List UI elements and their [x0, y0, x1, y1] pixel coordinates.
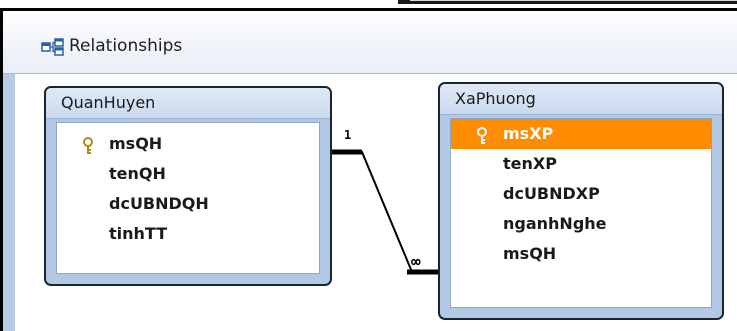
field-row-selected[interactable]: msXP: [451, 119, 711, 149]
field-name: nganhNghe: [503, 214, 607, 233]
relationship-one-label: 1: [344, 128, 352, 142]
field-row[interactable]: msQH: [451, 239, 711, 269]
relationship-many-label: ∞: [411, 252, 421, 271]
field-name: tenXP: [503, 154, 557, 173]
field-row[interactable]: dcUBNDQH: [57, 189, 319, 219]
field-row[interactable]: dcUBNDXP: [451, 179, 711, 209]
field-name: msQH: [503, 244, 557, 263]
field-list: msXP tenXP dcUBNDXP nganhNghe msQH: [450, 118, 712, 308]
field-name: tinhTT: [109, 224, 168, 243]
field-name: dcUBNDQH: [109, 194, 209, 213]
table-quanhuyen[interactable]: QuanHuyen msQH tenQH dcUBNDQH tinhTT: [44, 86, 332, 286]
field-name: msXP: [503, 124, 554, 143]
field-row[interactable]: nganhNghe: [451, 209, 711, 239]
table-title[interactable]: QuanHuyen: [46, 88, 330, 119]
field-row[interactable]: tenXP: [451, 149, 711, 179]
field-list: msQH tenQH dcUBNDQH tinhTT: [56, 122, 320, 274]
field-name: dcUBNDXP: [503, 184, 600, 203]
field-row[interactable]: tinhTT: [57, 219, 319, 249]
field-name: msQH: [109, 134, 163, 153]
table-xaphuong[interactable]: XaPhuong msXP tenXP dcUBNDXP nganhNghe m…: [438, 82, 724, 320]
field-row[interactable]: msQH: [57, 129, 319, 159]
field-name: tenQH: [109, 164, 166, 183]
table-title[interactable]: XaPhuong: [440, 84, 722, 115]
field-row[interactable]: tenQH: [57, 159, 319, 189]
